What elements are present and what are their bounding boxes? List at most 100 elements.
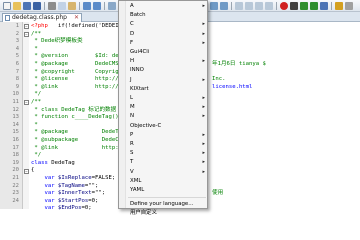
line-number: 10 [12,91,19,98]
code-line: * Dede织梦模板类 [31,38,82,46]
new-file-icon[interactable] [3,2,11,10]
menu-check-column [119,1,126,208]
submenu-arrow-icon: ▸ [202,131,205,138]
line-number: 13 [12,114,19,121]
line-number: 22 [12,182,19,189]
code-token: /** [31,99,42,105]
menu-item-label: YAML [130,187,145,193]
code-line: /** [31,99,41,107]
language-menu-item-f[interactable]: F ▸ [126,39,208,48]
language-menu-item-l[interactable]: L ▸ [126,94,208,103]
language-menu-item-r[interactable]: R ▸ [126,140,208,149]
code-token: $InnerText [54,190,92,197]
language-menu-item-objective-c[interactable]: Objective-C [126,122,208,131]
language-menu-item-h[interactable]: H ▸ [126,57,208,66]
line-number: 8 [15,76,19,83]
toolbar-separator [104,2,105,10]
run-icon[interactable] [335,2,343,10]
language-menu-item-j[interactable]: J ▸ [126,76,208,85]
code-token: =0; [88,197,99,204]
submenu-arrow-icon: ▸ [202,30,205,37]
code-fragment: license.html [212,83,253,90]
code-line: * @copyright Copyrig [31,69,118,77]
code-token: if(!defined('DEDEI [47,23,119,29]
record-macro-icon[interactable] [280,2,288,10]
language-menu-item-yaml[interactable]: YAML [126,186,208,195]
menu-item-label: Objective-C [130,122,162,129]
close-tab-icon[interactable]: ✕ [74,14,79,22]
language-menu-item-inno[interactable]: INNO [126,66,208,75]
submenu-arrow-icon: ▸ [202,150,205,157]
menu-item-label: D [130,30,135,37]
code-token: DedeTag [47,159,75,166]
language-menu-item-d[interactable]: D ▸ [126,30,208,39]
code-token: * [31,121,38,128]
tab-dedetag-class-php[interactable]: dedetag.class.php ✕ [2,13,82,22]
code-line: * @package DedeCMS [31,61,118,69]
line-number: 9 [15,83,19,90]
user-defined-menu-item[interactable]: 用户自定义 [126,209,208,218]
find-icon[interactable] [108,2,116,10]
play-macro-icon[interactable] [300,2,308,10]
open-folder-icon[interactable] [13,2,21,10]
menu-item-label: KIXtart [130,85,149,92]
code-token: * @package DedeTag [31,129,126,136]
menu-item-label: C [130,21,134,28]
menu-item-label: INNO [130,67,144,74]
submenu-arrow-icon: ▸ [202,141,205,147]
save-all-icon[interactable] [33,2,41,10]
code-token: class [31,159,48,166]
stop-macro-icon[interactable] [290,2,298,10]
wrap-icon[interactable] [245,2,253,10]
language-menu-item-kixtart[interactable]: KIXtart [126,85,208,94]
code-token: =""; [91,190,106,197]
line-number: 24 [12,197,19,204]
menu-item-label: F [130,39,134,46]
language-menu-item-a[interactable]: A ▸ [126,2,208,11]
language-menu-item-gui4cli[interactable]: Gui4Cli [126,48,208,57]
code-token: * @subpackage DedeCMS [31,137,126,143]
submenu-arrow-icon: ▸ [202,95,205,101]
copy-icon[interactable] [58,2,66,10]
zoom-out-icon[interactable] [220,2,228,10]
code-token: =0; [81,205,92,212]
code-token: =""; [84,182,99,189]
code-line: * @license http:// [31,76,118,84]
language-menu-item-t[interactable]: T ▸ [126,158,208,167]
language-menu-item-m[interactable]: M ▸ [126,103,208,112]
language-menu-item-n[interactable]: N ▸ [126,112,208,121]
fold-toggle-icon[interactable]: − [24,24,29,30]
language-menu-item-s[interactable]: S ▸ [126,149,208,158]
show-all-chars-icon[interactable] [255,2,263,10]
fold-toggle-icon[interactable]: − [24,168,29,174]
fold-toggle-icon[interactable]: − [24,31,29,37]
undo-icon[interactable] [83,2,91,10]
line-number: 20 [12,167,19,174]
menu-item-label: S [130,150,134,157]
submenu-arrow-icon: ▸ [202,76,205,83]
language-menu-item-v[interactable]: V ▸ [126,168,208,177]
function-list-icon[interactable] [345,2,353,10]
define-your-language-menu-item[interactable]: Define your language... [126,200,208,209]
code-token: * @link http:// [31,144,126,151]
toolbar-separator [44,2,45,10]
code-line: * [31,46,37,54]
save-icon[interactable] [23,2,31,10]
redo-icon[interactable] [93,2,101,10]
play-multiple-icon[interactable] [310,2,318,10]
code-token: var [31,205,55,212]
cut-icon[interactable] [48,2,56,10]
sync-scroll-icon[interactable] [235,2,243,10]
language-menu-item-batch[interactable]: Batch [126,11,208,20]
fold-toggle-icon[interactable]: − [24,100,29,106]
language-menu-item-c[interactable]: C ▸ [126,20,208,29]
submenu-arrow-icon: ▸ [202,21,205,28]
zoom-in-icon[interactable] [210,2,218,10]
language-menu-item-p[interactable]: P ▸ [126,131,208,140]
code-line: * @subpackage DedeCMS [31,137,125,145]
line-number: 4 [15,45,19,52]
language-menu-item-xml[interactable]: XML [126,177,208,186]
indent-guide-icon[interactable] [265,2,273,10]
paste-icon[interactable] [68,2,76,10]
save-macro-icon[interactable] [320,2,328,10]
